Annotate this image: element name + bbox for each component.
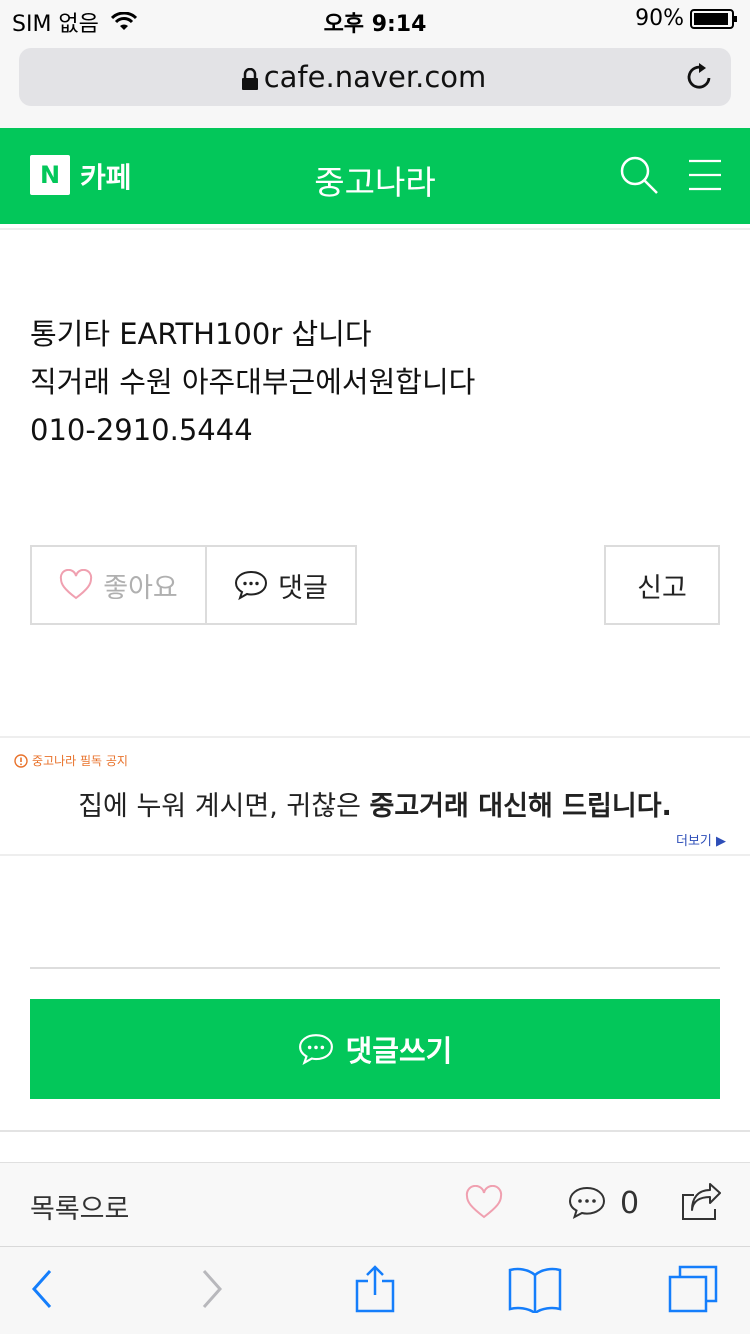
back-icon[interactable] bbox=[28, 1265, 58, 1313]
status-right: 90% bbox=[635, 6, 738, 31]
like-button[interactable]: 좋아요 bbox=[30, 545, 207, 625]
menu-icon[interactable] bbox=[688, 158, 722, 192]
browser-address-area: cafe.naver.com bbox=[0, 40, 750, 128]
cafe-header: N 카페 중고나라 bbox=[0, 128, 750, 224]
next-section-edge bbox=[0, 1130, 750, 1162]
like-label: 좋아요 bbox=[103, 572, 178, 604]
notice-banner[interactable]: 중고나라 필독 공지 집에 누워 계시면, 귀찮은 중고거래 대신해 드립니다.… bbox=[0, 736, 750, 856]
status-bar: SIM 없음 오후 9:14 90% bbox=[0, 0, 750, 40]
post-line: 직거래 수원 아주대부근에서원합니다 bbox=[30, 365, 476, 399]
heart-icon[interactable] bbox=[465, 1185, 503, 1221]
speech-bubble-icon bbox=[298, 1034, 333, 1066]
report-label: 신고 bbox=[637, 572, 687, 604]
notice-text: 집에 누워 계시면, 귀찮은 중고거래 대신해 드립니다. bbox=[0, 784, 750, 823]
write-comment-label: 댓글쓰기 bbox=[345, 1034, 453, 1068]
tabs-icon[interactable] bbox=[668, 1265, 718, 1313]
write-comment-button[interactable]: 댓글쓰기 bbox=[30, 999, 720, 1099]
url-text: cafe.naver.com bbox=[263, 60, 487, 94]
notice-tag-label: 중고나라 필독 공지 bbox=[32, 754, 128, 768]
post-line: 010-2910.5444 bbox=[30, 413, 253, 447]
bookmarks-icon[interactable] bbox=[508, 1265, 562, 1313]
search-icon[interactable] bbox=[618, 154, 660, 196]
report-button[interactable]: 신고 bbox=[604, 545, 720, 625]
battery-percent: 90% bbox=[635, 6, 684, 31]
notice-text-normal: 집에 누워 계시면, 귀찮은 bbox=[78, 791, 370, 822]
comment-count-button[interactable]: 0 bbox=[568, 1185, 639, 1221]
address-bar[interactable]: cafe.naver.com bbox=[19, 48, 731, 106]
comment-button[interactable]: 댓글 bbox=[205, 545, 357, 625]
back-to-list-button[interactable]: 목록으로 bbox=[30, 1187, 129, 1226]
safari-toolbar bbox=[0, 1246, 750, 1334]
share-icon[interactable] bbox=[680, 1183, 722, 1221]
reload-icon[interactable] bbox=[685, 62, 715, 92]
comment-count: 0 bbox=[620, 1185, 640, 1221]
notice-tag: 중고나라 필독 공지 bbox=[14, 752, 128, 769]
speech-bubble-icon bbox=[568, 1186, 606, 1220]
alert-icon bbox=[14, 753, 28, 768]
header-divider bbox=[0, 228, 750, 230]
forward-icon[interactable] bbox=[196, 1265, 226, 1313]
cafe-bottom-bar: 목록으로 0 bbox=[0, 1162, 750, 1246]
comment-divider bbox=[30, 967, 720, 969]
post-line: 통기타 EARTH100r 삽니다 bbox=[30, 317, 372, 351]
notice-more-link[interactable]: 더보기 ▶ bbox=[676, 830, 726, 849]
notice-text-bold: 중고거래 대신해 드립니다. bbox=[369, 791, 672, 822]
heart-icon bbox=[60, 569, 93, 600]
post-body: 통기타 EARTH100r 삽니다 직거래 수원 아주대부근에서원합니다 010… bbox=[30, 310, 720, 454]
battery-icon bbox=[690, 8, 737, 29]
share-sheet-icon[interactable] bbox=[354, 1265, 396, 1313]
comment-label: 댓글 bbox=[278, 572, 328, 604]
speech-bubble-icon bbox=[235, 570, 268, 601]
